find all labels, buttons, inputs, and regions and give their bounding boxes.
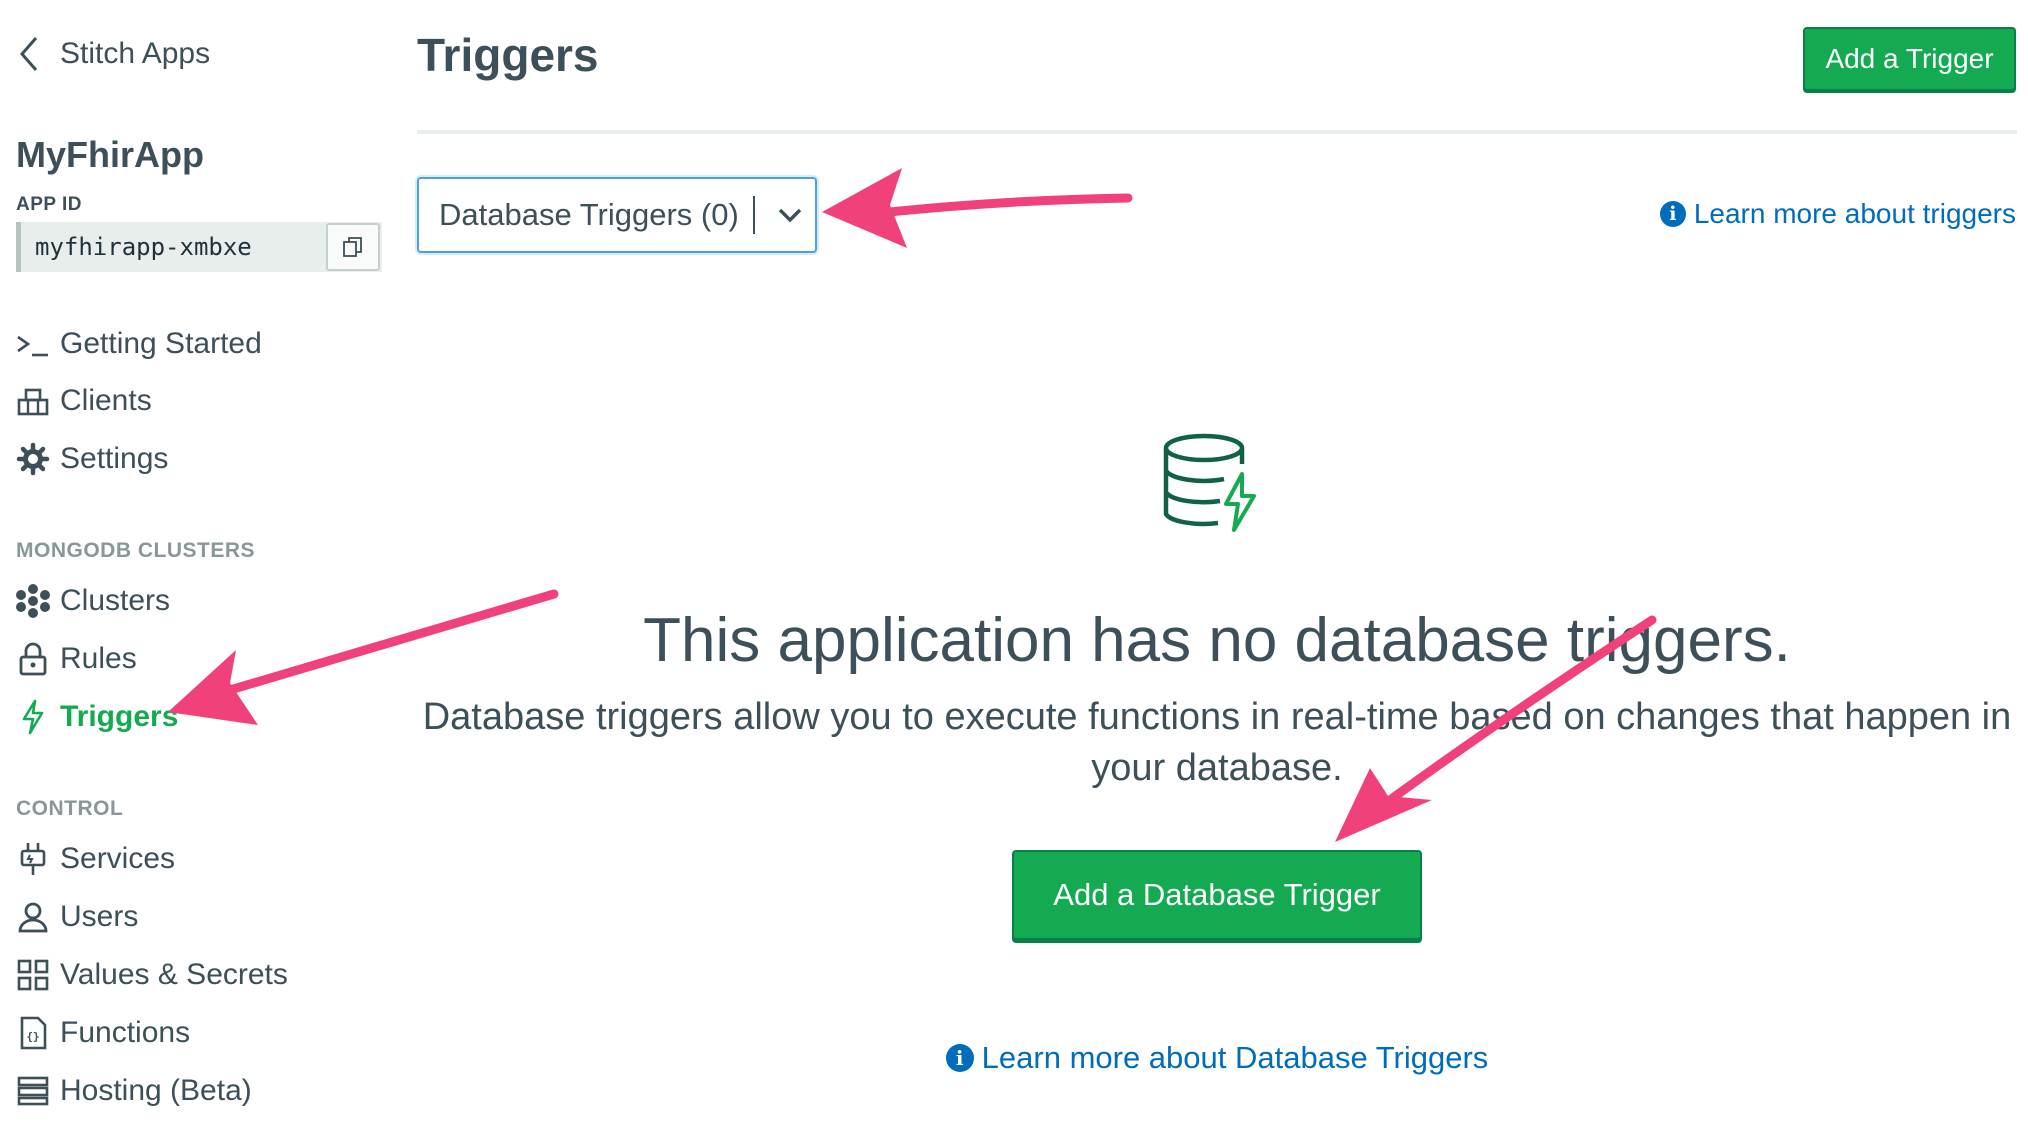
app-name: MyFhirApp	[16, 134, 204, 175]
app-id-field: myfhirapp-xmbxe	[16, 222, 382, 272]
sidebar: Stitch Apps MyFhirApp APP ID myfhirapp-x…	[0, 0, 400, 1132]
clusters-icon	[16, 584, 50, 618]
sidebar-item-services[interactable]: Services	[16, 835, 175, 883]
sidebar-item-label: Settings	[60, 442, 169, 475]
learn-more-triggers-link[interactable]: i Learn more about triggers	[1659, 198, 2016, 230]
section-header-mongodb-clusters: MONGODB CLUSTERS	[16, 539, 255, 562]
lock-icon	[16, 642, 50, 676]
copy-app-id-button[interactable]	[326, 223, 380, 271]
terminal-icon	[16, 327, 50, 361]
sidebar-item-label: Rules	[60, 642, 137, 675]
info-icon: i	[1659, 201, 1686, 227]
sidebar-item-rules[interactable]: Rules	[16, 635, 137, 683]
sidebar-item-clusters[interactable]: Clusters	[16, 577, 170, 625]
sidebar-item-label: Services	[60, 842, 176, 875]
learn-more-database-triggers-label: Learn more about Database Triggers	[981, 1040, 1489, 1075]
server-icon	[16, 1074, 50, 1108]
learn-more-triggers-label: Learn more about triggers	[1693, 198, 2016, 229]
back-link-label: Stitch Apps	[60, 37, 211, 70]
chevron-down-icon[interactable]	[765, 195, 815, 235]
sidebar-item-getting-started[interactable]: Getting Started	[16, 320, 262, 368]
sidebar-item-clients[interactable]: Clients	[16, 377, 152, 425]
sidebar-item-label: Functions	[60, 1016, 191, 1049]
back-to-stitch-apps-link[interactable]: Stitch Apps	[16, 34, 210, 74]
user-icon	[16, 900, 50, 934]
annotation-arrow-dropdown	[822, 168, 1133, 248]
chevron-left-icon	[16, 34, 44, 74]
clients-icon	[16, 384, 50, 418]
page-title: Triggers	[417, 29, 599, 81]
svg-text:{}: {}	[26, 1030, 39, 1043]
learn-more-database-triggers-link[interactable]: i Learn more about Database Triggers	[417, 1040, 2017, 1076]
database-bolt-icon	[1162, 430, 1262, 534]
services-plug-icon	[16, 842, 50, 876]
sidebar-item-label: Getting Started	[60, 327, 262, 360]
sidebar-item-label: Users	[60, 900, 139, 933]
grid-icon	[16, 958, 50, 992]
empty-state-description: Database triggers allow you to execute f…	[422, 696, 2012, 789]
sidebar-item-triggers[interactable]: Triggers	[16, 693, 178, 741]
copy-icon	[343, 237, 362, 257]
header-divider	[417, 130, 2017, 134]
info-icon: i	[945, 1044, 974, 1072]
trigger-type-selected: Database Triggers (0)	[439, 197, 739, 232]
sidebar-item-label: Triggers	[60, 700, 179, 733]
app-id-value[interactable]: myfhirapp-xmbxe	[21, 233, 326, 261]
select-separator	[753, 196, 755, 234]
add-trigger-button[interactable]: Add a Trigger	[1803, 27, 2016, 91]
trigger-type-select[interactable]: Database Triggers (0)	[417, 177, 817, 253]
section-header-control: CONTROL	[16, 797, 124, 820]
add-database-trigger-button[interactable]: Add a Database Trigger	[1012, 850, 1422, 940]
bolt-icon	[16, 699, 50, 735]
sidebar-item-values-secrets[interactable]: Values & Secrets	[16, 951, 288, 999]
empty-state-title: This application has no database trigger…	[643, 606, 1791, 675]
sidebar-item-functions[interactable]: {} Functions	[16, 1009, 190, 1057]
app-id-label: APP ID	[16, 194, 83, 215]
sidebar-item-settings[interactable]: Settings	[16, 435, 168, 483]
gear-icon	[16, 442, 50, 476]
sidebar-item-hosting[interactable]: Hosting (Beta)	[16, 1067, 252, 1115]
sidebar-item-users[interactable]: Users	[16, 893, 138, 941]
sidebar-item-label: Hosting (Beta)	[60, 1074, 252, 1107]
functions-icon: {}	[16, 1016, 50, 1050]
sidebar-item-label: Clusters	[60, 584, 171, 617]
sidebar-item-label: Clients	[60, 384, 152, 417]
sidebar-item-label: Values & Secrets	[60, 958, 288, 991]
